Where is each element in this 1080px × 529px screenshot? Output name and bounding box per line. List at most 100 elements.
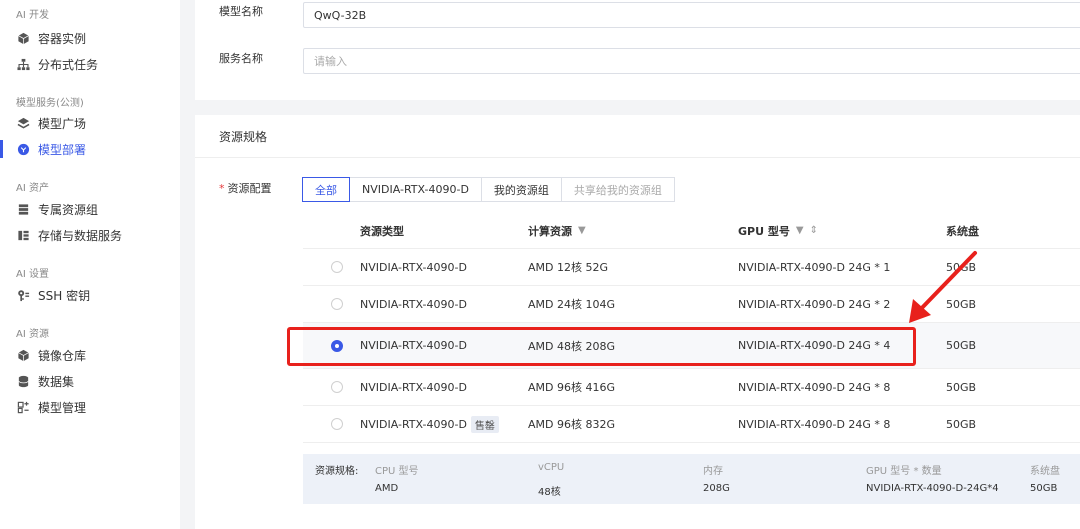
sidebar-item-container-instance[interactable]: 容器实例 [0, 27, 180, 49]
cell-type: NVIDIA-RTX-4090-D [360, 260, 467, 274]
header-disk: 系统盘 [946, 224, 979, 238]
cell-cpu: AMD 96核 832G [528, 418, 615, 431]
sort-icon[interactable]: ⇕ [810, 225, 818, 236]
table-row[interactable]: NVIDIA-RTX-4090-D AMD 12核 52G NVIDIA-RTX… [303, 249, 1080, 286]
header-cpu: 计算资源 ▼ [528, 224, 586, 238]
cell-cpu: AMD 48核 208G [528, 339, 615, 353]
radio-button[interactable] [330, 381, 343, 393]
cell-type: NVIDIA-RTX-4090-D [360, 297, 467, 311]
basic-info-card: 模型名称 QwQ-32B 服务名称 请输入 [195, 0, 1080, 100]
summary-header-vcpu: vCPU [538, 462, 565, 473]
sidebar-item-label: 模型部署 [38, 142, 87, 157]
resource-summary: 资源规格: CPU 型号 vCPU 内存 GPU 型号 * 数量 系统盘 AMD… [303, 454, 1080, 504]
sidebar-item-label: 分布式任务 [38, 57, 99, 72]
sidebar-item-label: SSH 密钥 [38, 288, 91, 303]
sold-out-badge: 售罄 [470, 415, 499, 433]
cube-icon [16, 31, 30, 45]
sitemap-icon [16, 57, 30, 71]
summary-header-cpu-model: CPU 型号 [375, 466, 419, 477]
resource-table: 资源类型 计算资源 ▼ GPU 型号 ▼ ⇕ 系统盘 NVIDIA-RTX-4090-… [303, 213, 1080, 443]
table-row[interactable]: NVIDIA-RTX-4090-D 售罄 AMD 96核 832G NVIDIA-… [303, 406, 1080, 443]
cell-disk: 50GB [946, 417, 977, 431]
sidebar-item-image-registry[interactable]: 镜像仓库 [0, 344, 180, 366]
table-row-selected[interactable]: NVIDIA-RTX-4090-D AMD 48核 208G NVIDIA-RT… [303, 323, 1080, 369]
cell-type: NVIDIA-RTX-4090-D [360, 380, 467, 394]
key-icon [16, 288, 30, 302]
cell-disk: 50GB [946, 297, 977, 311]
radio-button-checked[interactable] [330, 339, 343, 352]
cell-disk: 50GB [946, 339, 977, 352]
cell-gpu: NVIDIA-RTX-4090-D 24G * 2 [738, 297, 891, 311]
cell-type: NVIDIA-RTX-4090-D [360, 339, 467, 352]
sidebar-item-label: 镜像仓库 [38, 348, 87, 363]
sidebar-item-label: 容器实例 [38, 31, 87, 46]
radio-button[interactable] [330, 418, 343, 430]
sidebar: AI 开发 容器实例 分布式任务 模型服务(公测) 模型广场 模型部署 AI 资… [0, 0, 180, 529]
sidebar-item-label: 模型广场 [38, 116, 87, 131]
database-icon [16, 374, 30, 388]
sidebar-item-label: 存储与数据服务 [38, 228, 123, 243]
radio-button[interactable] [330, 298, 343, 310]
sidebar-item-storage-data[interactable]: 存储与数据服务 [0, 224, 180, 246]
section-title: 资源规格 [219, 130, 268, 144]
tab-shared-resource-group[interactable]: 共享给我的资源组 [560, 177, 675, 202]
radio-button[interactable] [330, 261, 343, 273]
sidebar-item-ssh-key[interactable]: SSH 密钥 [0, 284, 180, 306]
group-label-ai-assets: AI 资产 [16, 183, 49, 194]
sidebar-item-label: 专属资源组 [38, 202, 99, 217]
table-row[interactable]: NVIDIA-RTX-4090-D AMD 24核 104G NVIDIA-RT… [303, 286, 1080, 323]
cell-disk: 50GB [946, 380, 977, 394]
tab-all[interactable]: 全部 [302, 177, 350, 202]
group-label-ai-resources: AI 资源 [16, 329, 49, 340]
tab-rtx-4090-d[interactable]: NVIDIA-RTX-4090-D [349, 177, 482, 202]
model-name-label: 模型名称 [219, 5, 263, 18]
group-label-ai-dev: AI 开发 [16, 10, 49, 21]
service-name-input[interactable]: 请输入 [303, 48, 1080, 74]
cell-gpu: NVIDIA-RTX-4090-D 24G * 8 [738, 380, 891, 394]
summary-value-gpu: NVIDIA-RTX-4090-D-24G*4 [866, 483, 999, 494]
sidebar-item-model-square[interactable]: 模型广场 [0, 112, 180, 134]
summary-header-memory: 内存 [703, 466, 723, 477]
required-marker: * [219, 182, 225, 195]
header-gpu: GPU 型号 ▼ ⇕ [738, 224, 818, 238]
box-icon [16, 348, 30, 362]
sidebar-item-dedicated-resource-group[interactable]: 专属资源组 [0, 198, 180, 220]
sidebar-item-label: 模型管理 [38, 400, 87, 415]
resource-config-label: * 资源配置 [219, 182, 272, 195]
summary-value-disk: 50GB [1030, 483, 1058, 494]
cell-cpu: AMD 96核 416G [528, 381, 615, 394]
cell-gpu: NVIDIA-RTX-4090-D 24G * 8 [738, 417, 891, 431]
sidebar-item-dataset[interactable]: 数据集 [0, 370, 180, 392]
resource-spec-card: 资源规格 * 资源配置 全部 NVIDIA-RTX-4090-D 我的资源组 共享… [195, 115, 1080, 529]
cell-cpu: AMD 24核 104G [528, 298, 615, 311]
sidebar-item-model-management[interactable]: 模型管理 [0, 396, 180, 418]
summary-value-vcpu: 48核 [538, 487, 561, 498]
page-gutter [180, 0, 195, 529]
table-row[interactable]: NVIDIA-RTX-4090-D AMD 96核 416G NVIDIA-RT… [303, 369, 1080, 406]
summary-value-cpu-model: AMD [375, 483, 399, 494]
model-icon [16, 400, 30, 414]
cell-gpu: NVIDIA-RTX-4090-D 24G * 4 [738, 339, 891, 352]
summary-header-disk: 系统盘 [1030, 466, 1060, 477]
deploy-icon [16, 142, 30, 156]
filter-icon[interactable]: ▼ [796, 225, 804, 236]
divider [195, 157, 1080, 158]
group-label-model-service: 模型服务(公测) [16, 98, 84, 109]
cell-disk: 50GB [946, 260, 977, 274]
sidebar-item-model-deploy[interactable]: 模型部署 [0, 138, 180, 160]
summary-header-gpu: GPU 型号 * 数量 [866, 466, 942, 477]
sidebar-item-label: 数据集 [38, 374, 75, 389]
cell-type: NVIDIA-RTX-4090-D 售罄 [360, 415, 528, 433]
layers-icon [16, 116, 30, 130]
sidebar-item-distributed-task[interactable]: 分布式任务 [0, 53, 180, 75]
table-header: 资源类型 计算资源 ▼ GPU 型号 ▼ ⇕ 系统盘 [303, 213, 1080, 249]
tab-my-resource-group[interactable]: 我的资源组 [480, 177, 562, 202]
server-icon [16, 202, 30, 216]
summary-title: 资源规格: [315, 466, 359, 477]
model-name-input[interactable]: QwQ-32B [303, 2, 1080, 28]
service-name-label: 服务名称 [219, 52, 263, 65]
cell-cpu: AMD 12核 52G [528, 261, 608, 274]
storage-icon [16, 228, 30, 242]
filter-icon[interactable]: ▼ [578, 225, 586, 236]
cell-gpu: NVIDIA-RTX-4090-D 24G * 1 [738, 260, 891, 274]
